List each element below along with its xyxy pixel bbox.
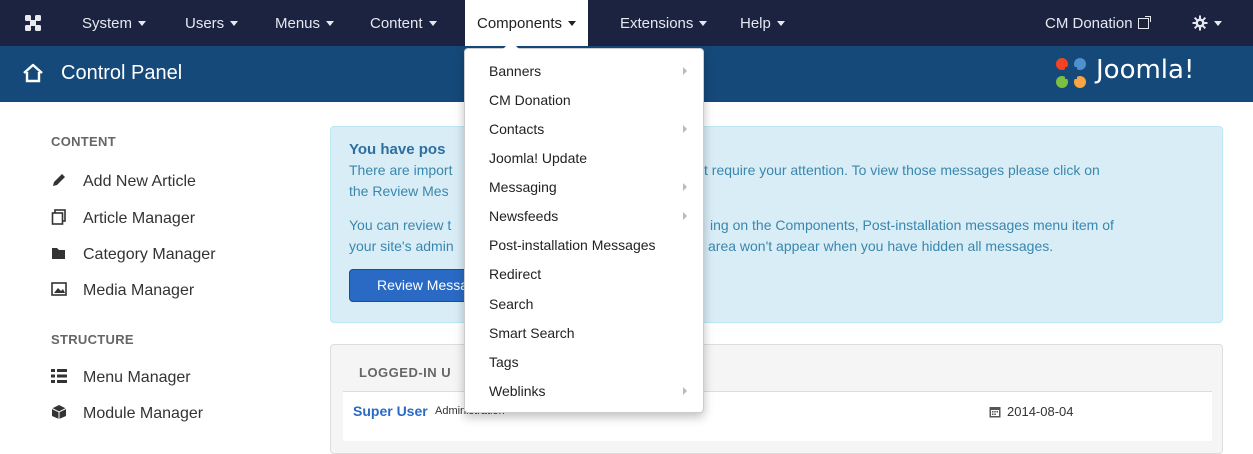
menu-menus[interactable]: Menus (275, 0, 335, 46)
alert-text-line1: There are import (349, 162, 453, 178)
menu-item-label: Newsfeeds (489, 208, 559, 224)
sidebar-item-module-manager[interactable]: Module Manager (51, 402, 203, 426)
calendar-icon (989, 407, 1001, 418)
menu-item-joomla-update[interactable]: Joomla! Update (465, 144, 703, 172)
chevron-right-icon (683, 387, 687, 395)
menu-item-label: Tags (489, 354, 519, 370)
menu-item-post-installation-messages[interactable]: Post-installation Messages (465, 231, 703, 259)
menu-item-label: Messaging (489, 179, 557, 195)
menu-item-messaging[interactable]: Messaging (465, 173, 703, 201)
chevron-down-icon (699, 21, 708, 26)
user-settings-menu[interactable] (1192, 0, 1222, 46)
site-link-label: CM Donation (1045, 15, 1133, 32)
menu-system-label: System (82, 15, 133, 32)
page-title: Control Panel (61, 62, 183, 84)
menu-components[interactable]: Components (465, 0, 589, 46)
menu-item-label: Weblinks (489, 383, 546, 399)
menu-system[interactable]: System (82, 0, 147, 46)
menu-components-label: Components (477, 15, 563, 32)
menu-content[interactable]: Content (370, 0, 437, 46)
chevron-right-icon (683, 67, 687, 75)
folder-icon (52, 248, 65, 259)
top-navbar: System Users Menus Content Components Ex… (0, 0, 1253, 46)
menu-item-banners[interactable]: Banners (465, 57, 703, 85)
sidebar-item-label: Add New Article (83, 173, 196, 190)
menu-item-cm-donation[interactable]: CM Donation (465, 86, 703, 114)
sidebar-item-menu-manager[interactable]: Menu Manager (51, 366, 191, 390)
menu-item-label: Banners (489, 63, 542, 79)
alert-text-line3-right: ing on the Components, Post-installation… (710, 217, 1114, 233)
sidebar-heading-structure: STRUCTURE (51, 332, 134, 347)
chevron-down-icon (428, 21, 437, 26)
sidebar-item-label: Module Manager (83, 405, 204, 422)
menu-item-label: Contacts (489, 121, 545, 137)
joomla-brand-text: Joomla! (1096, 55, 1195, 85)
list-icon (51, 369, 67, 383)
sidebar-item-article-manager[interactable]: Article Manager (51, 207, 195, 231)
gear-icon (1192, 15, 1208, 31)
menu-item-newsfeeds[interactable]: Newsfeeds (465, 202, 703, 230)
menu-menus-label: Menus (275, 15, 321, 32)
home-icon (23, 63, 43, 83)
menu-users[interactable]: Users (185, 0, 239, 46)
menu-item-redirect[interactable]: Redirect (465, 260, 703, 288)
chevron-right-icon (683, 212, 687, 220)
chevron-down-icon (138, 21, 147, 26)
menu-item-label: Post-installation Messages (489, 237, 656, 253)
menu-help[interactable]: Help (740, 0, 785, 46)
pencil-icon (53, 174, 65, 186)
stack-icon (51, 209, 66, 225)
user-link[interactable]: Super User (353, 403, 428, 419)
chevron-down-icon (230, 21, 239, 26)
login-date: 2014-08-04 (1007, 404, 1074, 419)
menu-users-label: Users (185, 15, 225, 32)
menu-item-label: Redirect (489, 266, 542, 282)
sidebar-item-add-new-article[interactable]: Add New Article (51, 170, 196, 194)
alert-text-line2: the Review Mes (349, 183, 449, 199)
menu-item-label: Joomla! Update (489, 150, 588, 166)
alert-text-line1-right: t require your attention. To view those … (704, 162, 1100, 178)
chevron-down-icon (1214, 21, 1222, 26)
chevron-right-icon (683, 183, 687, 191)
menu-extensions-label: Extensions (620, 15, 694, 32)
joomla-logo-icon[interactable] (22, 12, 44, 34)
menu-item-search[interactable]: Search (465, 290, 703, 318)
cube-icon (51, 405, 67, 419)
menu-item-label: Smart Search (489, 325, 575, 341)
sidebar-item-label: Category Manager (83, 246, 216, 263)
image-icon (51, 282, 67, 296)
menu-item-smart-search[interactable]: Smart Search (465, 319, 703, 347)
menu-help-label: Help (740, 15, 771, 32)
menu-item-tags[interactable]: Tags (465, 348, 703, 376)
panel-heading: LOGGED-IN U (359, 365, 452, 380)
chevron-right-icon (683, 125, 687, 133)
menu-item-weblinks[interactable]: Weblinks (465, 377, 703, 405)
menu-content-label: Content (370, 15, 423, 32)
external-link-icon (1137, 16, 1151, 29)
sidebar-heading-content: CONTENT (51, 134, 116, 149)
components-dropdown-menu: Banners CM Donation Contacts Joomla! Upd… (464, 41, 704, 413)
review-messages-button[interactable]: Review Messa (349, 269, 481, 302)
sidebar-item-media-manager[interactable]: Media Manager (51, 279, 194, 303)
menu-item-label: Search (489, 296, 534, 312)
alert-text-line4-right: area won't appear when you have hidden a… (708, 238, 1054, 254)
chevron-down-icon (568, 21, 577, 26)
chevron-down-icon (326, 21, 335, 26)
menu-item-label: CM Donation (489, 92, 571, 108)
alert-title: You have pos (349, 141, 446, 158)
site-link[interactable]: CM Donation (1045, 0, 1151, 46)
sidebar-item-label: Menu Manager (83, 369, 191, 386)
sidebar-item-category-manager[interactable]: Category Manager (51, 243, 216, 267)
chevron-down-icon (776, 21, 785, 26)
menu-extensions[interactable]: Extensions (620, 0, 708, 46)
alert-text-line4: your site's admin (349, 238, 454, 254)
sidebar-item-label: Media Manager (83, 282, 195, 299)
alert-text-line3: You can review t (349, 217, 452, 233)
sidebar-item-label: Article Manager (83, 210, 196, 227)
menu-item-contacts[interactable]: Contacts (465, 115, 703, 143)
